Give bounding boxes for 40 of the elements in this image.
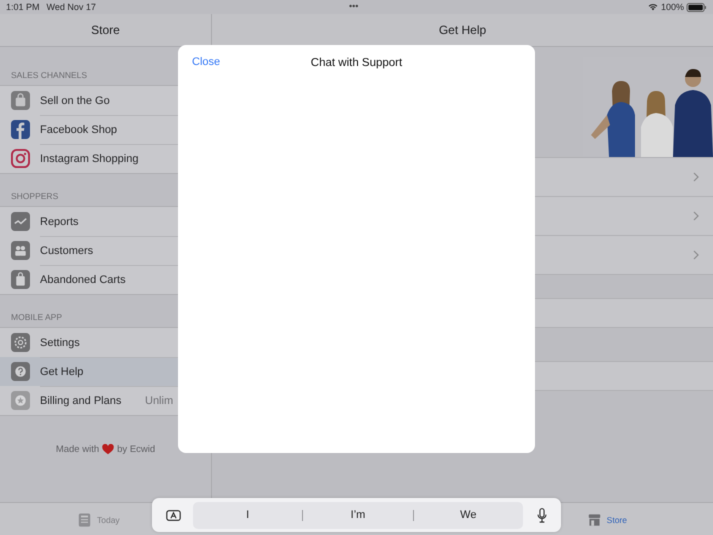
people-icon xyxy=(11,241,30,260)
storefront-icon xyxy=(588,512,601,526)
sidebar-item[interactable]: Facebook Shop xyxy=(0,115,211,144)
suggestion[interactable]: I xyxy=(193,502,302,528)
chevron-icon xyxy=(693,172,699,182)
keyboard-icon[interactable] xyxy=(166,510,181,520)
section-header: MOBILE APP xyxy=(11,312,62,322)
page-title: Get Help xyxy=(438,23,486,37)
dialog-title: Chat with Support xyxy=(310,57,402,69)
sidebar-item[interactable]: Reports xyxy=(0,207,211,236)
help-icon xyxy=(11,362,30,381)
close-button[interactable]: Close xyxy=(192,56,220,68)
wifi-icon xyxy=(648,3,658,11)
status-time: 1:01 PM xyxy=(6,2,40,12)
microphone-icon[interactable] xyxy=(537,508,547,522)
battery-percent: 100% xyxy=(660,2,684,12)
camera-icon xyxy=(11,149,30,168)
sidebar-item[interactable]: Instagram Shopping xyxy=(0,144,211,173)
section-header: SALES CHANNELS xyxy=(11,70,88,80)
footer-text: Made with xyxy=(56,444,100,455)
section-header: SHOPPERS xyxy=(11,191,58,201)
plan-value: Unlim xyxy=(145,394,174,406)
heart-icon xyxy=(102,444,114,455)
suggestion[interactable]: I’m xyxy=(303,502,413,528)
newspaper-icon xyxy=(78,512,91,526)
sidebar-item[interactable]: Billing and Plans Unlim xyxy=(0,386,211,415)
sidebar-item[interactable]: Abandoned Carts xyxy=(0,265,211,294)
sidebar-item[interactable]: Settings xyxy=(0,328,211,357)
multitasking-dots[interactable]: ••• xyxy=(349,1,358,11)
status-date: Wed Nov 17 xyxy=(46,2,96,12)
settings-icon xyxy=(11,333,30,352)
chevron-icon xyxy=(693,211,699,221)
sidebar-title: Store xyxy=(91,23,120,37)
footer-text: by Ecwid xyxy=(117,444,156,455)
battery-icon xyxy=(686,2,707,12)
suggestion[interactable]: We xyxy=(414,502,523,528)
sidebar-item[interactable]: Customers xyxy=(0,236,211,265)
sidebar-item[interactable]: Sell on the Go xyxy=(0,86,211,115)
chevron-icon xyxy=(693,250,699,260)
facebook-icon xyxy=(11,120,30,139)
